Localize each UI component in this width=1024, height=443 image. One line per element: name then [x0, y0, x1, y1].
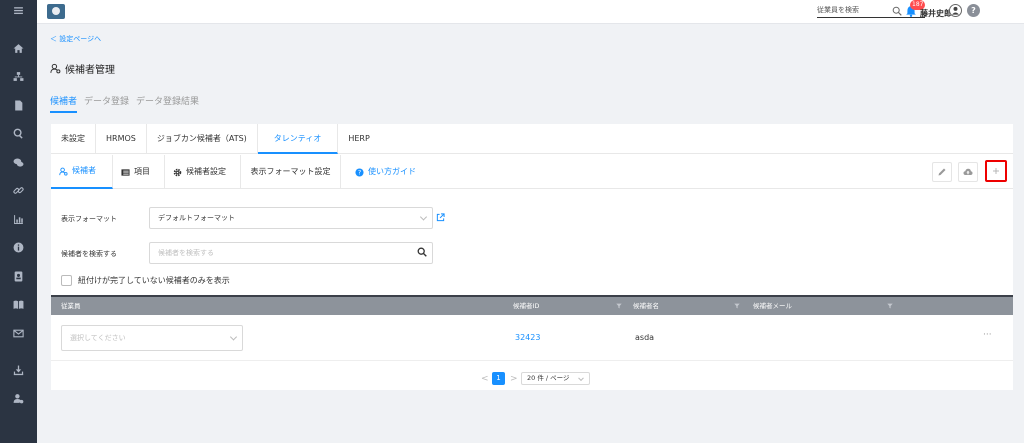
tab-display-format-settings[interactable]: 表示フォーマット設定: [241, 155, 341, 189]
top-bar: 187 藤井史郎 ?: [37, 0, 1024, 24]
main-card: 未設定 HRMOS ジョブカン候補者（ATS) タレンティオ HERP 候補者 …: [51, 124, 1013, 390]
company-logo[interactable]: [47, 4, 65, 19]
candidate-search-input[interactable]: 候補者を検索する: [149, 242, 433, 264]
tab-candidate-settings-label: 候補者設定: [186, 167, 226, 176]
tab-data-import[interactable]: データ登録: [84, 94, 129, 113]
candidate-icon: [50, 63, 61, 74]
chart-icon[interactable]: [0, 210, 37, 228]
tab-items-label: 項目: [134, 167, 150, 176]
info-icon[interactable]: [0, 238, 37, 256]
edit-button[interactable]: [932, 162, 952, 182]
employee-search-input[interactable]: [817, 5, 917, 14]
document-icon[interactable]: [0, 96, 37, 114]
unlinked-only-checkbox[interactable]: [61, 275, 72, 286]
page-size-select[interactable]: 20 件 / ページ: [521, 372, 590, 385]
display-format-select[interactable]: デフォルトフォーマット: [149, 207, 433, 229]
col-candidate-name: 候補者名: [633, 302, 659, 310]
usage-guide-label: 使い方ガイド: [368, 167, 416, 176]
back-to-settings-link[interactable]: ＜ 設定ページへ: [50, 34, 101, 44]
user-name[interactable]: 藤井史郎: [920, 8, 952, 19]
tab-candidate-list-label: 候補者: [72, 166, 96, 175]
search-icon[interactable]: [417, 247, 427, 257]
filter-icon[interactable]: [616, 303, 622, 309]
sidebar: [0, 0, 37, 443]
unlinked-only-label: 紐付けが完了していない候補者のみを表示: [78, 276, 230, 285]
home-icon[interactable]: [0, 39, 37, 57]
tab-hrmos[interactable]: HRMOS: [96, 124, 147, 154]
display-format-label: 表示フォーマット: [61, 215, 117, 223]
chevron-down-icon: [578, 374, 584, 381]
help-icon[interactable]: ?: [967, 4, 980, 17]
tab-jobcan-ats[interactable]: ジョブカン候補者（ATS): [147, 124, 258, 154]
table-row: 選択してください 32423 asda ···: [51, 315, 1013, 361]
pagination-next[interactable]: >: [510, 374, 518, 384]
chat-icon[interactable]: [0, 153, 37, 171]
col-candidate-email: 候補者メール: [753, 302, 792, 310]
integration-tabs: 未設定 HRMOS ジョブカン候補者（ATS) タレンティオ HERP: [51, 124, 1013, 154]
cloud-icon: [963, 168, 973, 175]
page-size-label: 20 件 / ページ: [527, 374, 570, 382]
candidate-id-link[interactable]: 32423: [515, 333, 540, 342]
tab-talentio[interactable]: タレンティオ: [257, 124, 339, 154]
tab-import-results[interactable]: データ登録結果: [136, 94, 199, 113]
external-link-icon[interactable]: [436, 213, 445, 222]
download-icon[interactable]: [0, 361, 37, 379]
pagination-prev[interactable]: <: [481, 374, 489, 384]
tab-unset[interactable]: 未設定: [51, 124, 96, 154]
employee-select[interactable]: 選択してください: [61, 325, 243, 351]
filter-icon[interactable]: [887, 303, 893, 309]
inner-tabs: 候補者 項目 候補者設定 表示フォーマット設定 ? 使い方ガイド: [51, 155, 1013, 189]
pagination-page-1[interactable]: 1: [492, 372, 505, 385]
usage-guide-link[interactable]: ? 使い方ガイド: [347, 155, 424, 189]
candidate-icon: [59, 167, 68, 176]
page-header: 候補者管理: [50, 61, 115, 76]
cloud-upload-button[interactable]: [958, 162, 978, 182]
tab-display-format-label: 表示フォーマット設定: [250, 167, 331, 176]
user-settings-icon[interactable]: [0, 389, 37, 407]
chevron-down-icon: [229, 333, 238, 341]
gear-icon: [173, 168, 182, 176]
employee-select-placeholder: 選択してください: [70, 334, 126, 342]
sub-tabs: 候補者 データ登録 データ登録結果: [50, 94, 199, 113]
link-icon[interactable]: [0, 181, 37, 199]
col-candidate-id: 候補者ID: [513, 302, 540, 310]
tab-herp[interactable]: HERP: [338, 124, 379, 154]
avatar[interactable]: [949, 4, 962, 17]
table-icon: [121, 168, 130, 176]
col-employee: 従業員: [61, 302, 81, 310]
svg-text:?: ?: [358, 169, 361, 176]
org-chart-icon[interactable]: [0, 67, 37, 85]
mail-icon[interactable]: [0, 324, 37, 342]
pencil-icon: [938, 168, 946, 176]
candidate-name: asda: [635, 333, 655, 342]
more-icon[interactable]: ···: [983, 330, 992, 340]
search-icon[interactable]: [0, 124, 37, 142]
candidate-search-label: 候補者を検索する: [61, 250, 117, 258]
tab-items[interactable]: 項目: [113, 155, 165, 189]
contacts-icon[interactable]: [0, 267, 37, 285]
tab-candidates[interactable]: 候補者: [50, 94, 78, 113]
question-circle-icon: ?: [355, 167, 364, 176]
table-header: 従業員 候補者ID 候補者名 候補者メール: [51, 295, 1013, 315]
user-icon: [951, 6, 960, 15]
add-button[interactable]: [985, 160, 1007, 182]
chevron-down-icon: [419, 213, 428, 221]
page-title: 候補者管理: [65, 65, 115, 76]
book-icon[interactable]: [0, 295, 37, 313]
unlinked-only-filter: 紐付けが完了していない候補者のみを表示: [61, 275, 230, 286]
tab-candidate-list[interactable]: 候補者: [51, 155, 113, 189]
plus-icon: [993, 168, 999, 174]
search-icon[interactable]: [892, 6, 902, 16]
display-format-value: デフォルトフォーマット: [158, 214, 235, 222]
filter-icon[interactable]: [734, 303, 740, 309]
tab-candidate-settings[interactable]: 候補者設定: [165, 155, 241, 189]
menu-icon[interactable]: [0, 1, 37, 19]
